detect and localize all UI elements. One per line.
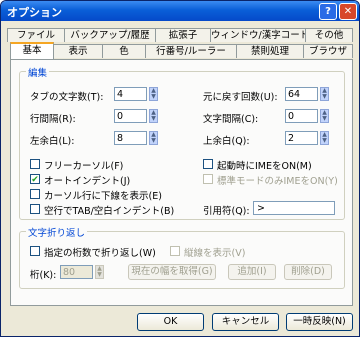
wrap-group-title: 文字折り返し — [26, 225, 88, 239]
char-spacing-spinner[interactable]: 0 ▲ ▼ — [285, 109, 330, 123]
blank-indent-label: 空行でTAB/空白インデント(B) — [44, 206, 175, 217]
undo-count-spinner[interactable]: 64 ▲ ▼ — [285, 87, 330, 101]
wrap-checkbox[interactable] — [30, 246, 40, 256]
tab-linenumber-ruler[interactable]: 行番号/ルーラー — [145, 44, 237, 58]
ime-on-label: 起動時にIMEをON(M) — [217, 161, 312, 172]
top-margin-label: 上余白(Q): — [203, 136, 250, 147]
undo-count-label: 元に戻す回数(U): — [203, 92, 278, 103]
left-margin-spinner[interactable]: 8 ▲ ▼ — [114, 131, 159, 145]
title-bar: オプション ? ✕ — [1, 1, 359, 21]
top-margin-input[interactable]: 2 — [285, 131, 318, 145]
column-input[interactable]: 80 — [60, 265, 93, 279]
vertical-line-label: 縦線を表示(V) — [184, 248, 246, 259]
undo-count-input[interactable]: 64 — [285, 87, 318, 101]
close-icon[interactable]: ✕ — [339, 3, 357, 20]
window-title: オプション — [7, 6, 62, 19]
spinner-arrows-icon[interactable]: ▲ ▼ — [320, 109, 329, 123]
tab-display[interactable]: 表示 — [53, 44, 103, 58]
tab-basic[interactable]: 基本 — [10, 42, 54, 59]
edit-group-title: 編集 — [26, 65, 50, 79]
options-dialog: オプション ? ✕ ファイル バックアップ/履歴 拡張子 ウィンドウ/漢字コード… — [0, 0, 360, 337]
left-margin-label: 左余白(L): — [30, 136, 75, 147]
quote-label: 引用符(Q): — [203, 206, 250, 217]
vertical-line-checkbox[interactable] — [170, 246, 180, 256]
char-spacing-label: 文字間隔(C): — [203, 114, 259, 125]
cancel-button[interactable]: キャンセル — [212, 313, 279, 331]
ok-button[interactable]: OK — [137, 313, 204, 331]
auto-indent-label: オートインデント(J) — [44, 176, 131, 187]
help-icon[interactable]: ? — [319, 3, 337, 20]
blank-indent-checkbox[interactable] — [30, 204, 40, 214]
tab-width-spinner[interactable]: 4 ▲ ▼ — [114, 87, 159, 101]
ime-on-checkbox[interactable] — [203, 159, 213, 169]
free-cursor-label: フリーカーソル(F) — [44, 161, 124, 172]
tab-panel-basic: 編集 タブの文字数(T): 4 ▲ ▼ 行間隔(R): 0 ▲ ▼ 左余白(L): … — [10, 59, 353, 306]
free-cursor-checkbox[interactable] — [30, 159, 40, 169]
top-margin-spinner[interactable]: 2 ▲ ▼ — [285, 131, 330, 145]
column-label: 桁(K): — [30, 270, 57, 281]
tab-file[interactable]: ファイル — [7, 28, 65, 42]
delete-button[interactable]: 削除(D) — [284, 264, 332, 280]
char-spacing-input[interactable]: 0 — [285, 109, 318, 123]
line-spacing-label: 行間隔(R): — [30, 114, 76, 125]
tab-other[interactable]: その他 — [305, 28, 353, 42]
auto-indent-checkbox[interactable]: ✔ — [30, 174, 40, 185]
tab-width-label: タブの文字数(T): — [30, 92, 104, 103]
spinner-arrows-icon[interactable]: ▲ ▼ — [149, 131, 158, 145]
quote-input[interactable]: > — [253, 201, 335, 215]
tab-color[interactable]: 色 — [102, 44, 146, 58]
add-button[interactable]: 追加(I) — [228, 264, 276, 280]
spinner-arrows-icon[interactable]: ▲ ▼ — [320, 87, 329, 101]
apply-button[interactable]: 一時反映(N) — [286, 313, 353, 331]
tab-backup-history[interactable]: バックアップ/履歴 — [64, 28, 156, 42]
line-spacing-spinner[interactable]: 0 ▲ ▼ — [114, 109, 159, 123]
tab-window-charcode[interactable]: ウィンドウ/漢字コード — [210, 28, 309, 42]
spinner-arrows-icon[interactable]: ▲ ▼ — [149, 87, 158, 101]
underline-checkbox[interactable] — [30, 189, 40, 199]
tab-extension[interactable]: 拡張子 — [155, 28, 211, 42]
edit-group: 編集 タブの文字数(T): 4 ▲ ▼ 行間隔(R): 0 ▲ ▼ 左余白(L): … — [19, 65, 345, 220]
line-spacing-input[interactable]: 0 — [114, 109, 147, 123]
tab-width-input[interactable]: 4 — [114, 87, 147, 101]
ime-std-checkbox[interactable] — [203, 174, 213, 184]
tab-browser[interactable]: ブラウザ — [303, 44, 353, 58]
wrap-label: 指定の桁数で折り返し(W) — [44, 248, 156, 259]
spinner-arrows-icon[interactable]: ▲ ▼ — [149, 109, 158, 123]
spinner-arrows-icon[interactable]: ▲ ▼ — [320, 131, 329, 145]
get-width-button[interactable]: 現在の幅を取得(G) — [128, 264, 216, 280]
spinner-arrows-icon[interactable]: ▲ ▼ — [95, 265, 104, 279]
left-margin-input[interactable]: 8 — [114, 131, 147, 145]
underline-label: カーソル行に下線を表示(E) — [44, 191, 162, 202]
ime-std-label: 標準モードのみIMEをON(Y) — [217, 176, 338, 187]
wrap-group: 文字折り返し 指定の桁数で折り返し(W) 縦線を表示(V) 桁(K): 80 ▲… — [19, 225, 345, 289]
column-spinner[interactable]: 80 ▲ ▼ — [60, 265, 105, 279]
tab-kinsoku[interactable]: 禁則処理 — [236, 44, 304, 58]
